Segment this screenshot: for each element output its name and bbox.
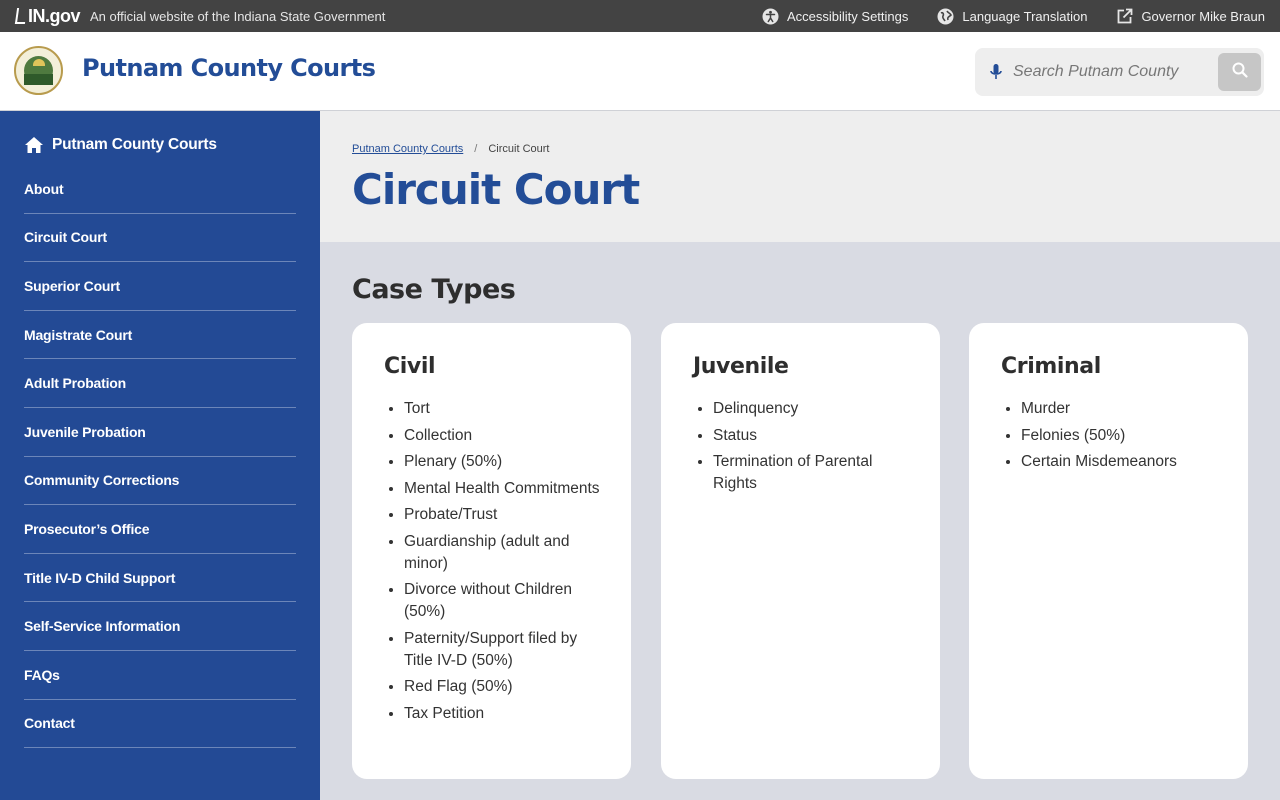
external-link-icon	[1116, 8, 1133, 25]
accessibility-icon	[762, 8, 779, 25]
card-title: Juvenile	[693, 354, 789, 379]
sidebar-item-self-service[interactable]: Self-Service Information	[24, 602, 296, 651]
site-title[interactable]: Putnam County Courts	[82, 54, 376, 82]
breadcrumb: Putnam County Courts / Circuit Court	[352, 143, 549, 155]
official-site-text: An official website of the Indiana State…	[90, 8, 386, 24]
ingov-logo-text: IN.gov	[28, 5, 81, 26]
sidebar-item-about[interactable]: About	[24, 165, 296, 214]
home-icon	[24, 136, 44, 154]
site-header: Putnam County Courts	[0, 32, 1280, 111]
list-item: Status	[713, 425, 918, 447]
section-heading: Case Types	[352, 274, 516, 305]
governor-link-label: Governor Mike Braun	[1141, 8, 1265, 24]
case-type-card-civil: Civil Tort Collection Plenary (50%) Ment…	[352, 323, 631, 779]
list-item: Tax Petition	[404, 703, 609, 725]
microphone-icon[interactable]	[989, 62, 1003, 82]
list-item: Mental Health Commitments	[404, 478, 609, 500]
governor-link[interactable]: Governor Mike Braun	[1116, 8, 1265, 25]
language-translation-label: Language Translation	[962, 8, 1088, 24]
case-type-card-juvenile: Juvenile Delinquency Status Termination …	[661, 323, 940, 779]
indiana-flag-icon	[14, 8, 28, 24]
sidebar-item-superior-court[interactable]: Superior Court	[24, 262, 296, 311]
search-button[interactable]	[1218, 53, 1261, 91]
list-item: Plenary (50%)	[404, 451, 609, 473]
search-input[interactable]	[1013, 56, 1191, 88]
accessibility-settings-link[interactable]: Accessibility Settings	[762, 8, 908, 25]
sidebar-item-faqs[interactable]: FAQs	[24, 651, 296, 700]
sidebar-item-contact[interactable]: Contact	[24, 700, 296, 749]
page-title: Circuit Court	[352, 165, 640, 214]
sidebar-nav: Putnam County Courts About Circuit Court…	[0, 111, 320, 800]
page-title-band: Putnam County Courts / Circuit Court Cir…	[320, 111, 1280, 242]
list-item: Divorce without Children (50%)	[404, 579, 609, 623]
sidebar-item-community-corrections[interactable]: Community Corrections	[24, 457, 296, 506]
seal-sun	[33, 59, 45, 66]
topbar-links: Accessibility Settings Language Translat…	[733, 0, 1265, 32]
ingov-logo[interactable]: IN.gov	[14, 5, 81, 27]
list-item: Paternity/Support filed by Title IV-D (5…	[404, 628, 609, 672]
sidebar-item-juvenile-probation[interactable]: Juvenile Probation	[24, 408, 296, 457]
case-type-list: Tort Collection Plenary (50%) Mental Hea…	[404, 398, 609, 729]
list-item: Tort	[404, 398, 609, 420]
sidebar-item-prosecutors-office[interactable]: Prosecutor’s Office	[24, 505, 296, 554]
list-item: Red Flag (50%)	[404, 676, 609, 698]
list-item: Termination of Parental Rights	[713, 451, 918, 495]
county-seal-icon[interactable]	[14, 46, 63, 95]
card-title: Civil	[384, 354, 436, 379]
state-topbar: IN.gov An official website of the Indian…	[0, 0, 1280, 32]
list-item: Delinquency	[713, 398, 918, 420]
list-item: Collection	[404, 425, 609, 447]
sidebar-list: About Circuit Court Superior Court Magis…	[24, 165, 296, 749]
case-type-list: Delinquency Status Termination of Parent…	[713, 398, 918, 500]
search-icon	[1232, 62, 1248, 82]
language-translation-link[interactable]: Language Translation	[937, 8, 1087, 25]
sidebar-item-title-iv-d[interactable]: Title IV-D Child Support	[24, 554, 296, 603]
sidebar-item-circuit-court[interactable]: Circuit Court	[24, 214, 296, 263]
breadcrumb-parent-link[interactable]: Putnam County Courts	[352, 143, 463, 155]
case-type-card-criminal: Criminal Murder Felonies (50%) Certain M…	[969, 323, 1248, 779]
breadcrumb-current: Circuit Court	[488, 143, 550, 155]
list-item: Felonies (50%)	[1021, 425, 1226, 447]
list-item: Murder	[1021, 398, 1226, 420]
card-title: Criminal	[1001, 354, 1101, 379]
breadcrumb-separator: /	[474, 143, 478, 155]
globe-icon	[937, 8, 954, 25]
accessibility-settings-label: Accessibility Settings	[787, 8, 909, 24]
seal-ground	[24, 74, 53, 85]
list-item: Probate/Trust	[404, 504, 609, 526]
list-item: Certain Misdemeanors	[1021, 451, 1226, 473]
sidebar-item-magistrate-court[interactable]: Magistrate Court	[24, 311, 296, 360]
sidebar-home-label: Putnam County Courts	[52, 136, 217, 153]
list-item: Guardianship (adult and minor)	[404, 531, 609, 575]
sidebar-home-link[interactable]: Putnam County Courts	[24, 136, 217, 154]
search-box	[975, 48, 1264, 96]
sidebar-item-adult-probation[interactable]: Adult Probation	[24, 359, 296, 408]
case-type-list: Murder Felonies (50%) Certain Misdemeano…	[1021, 398, 1226, 478]
